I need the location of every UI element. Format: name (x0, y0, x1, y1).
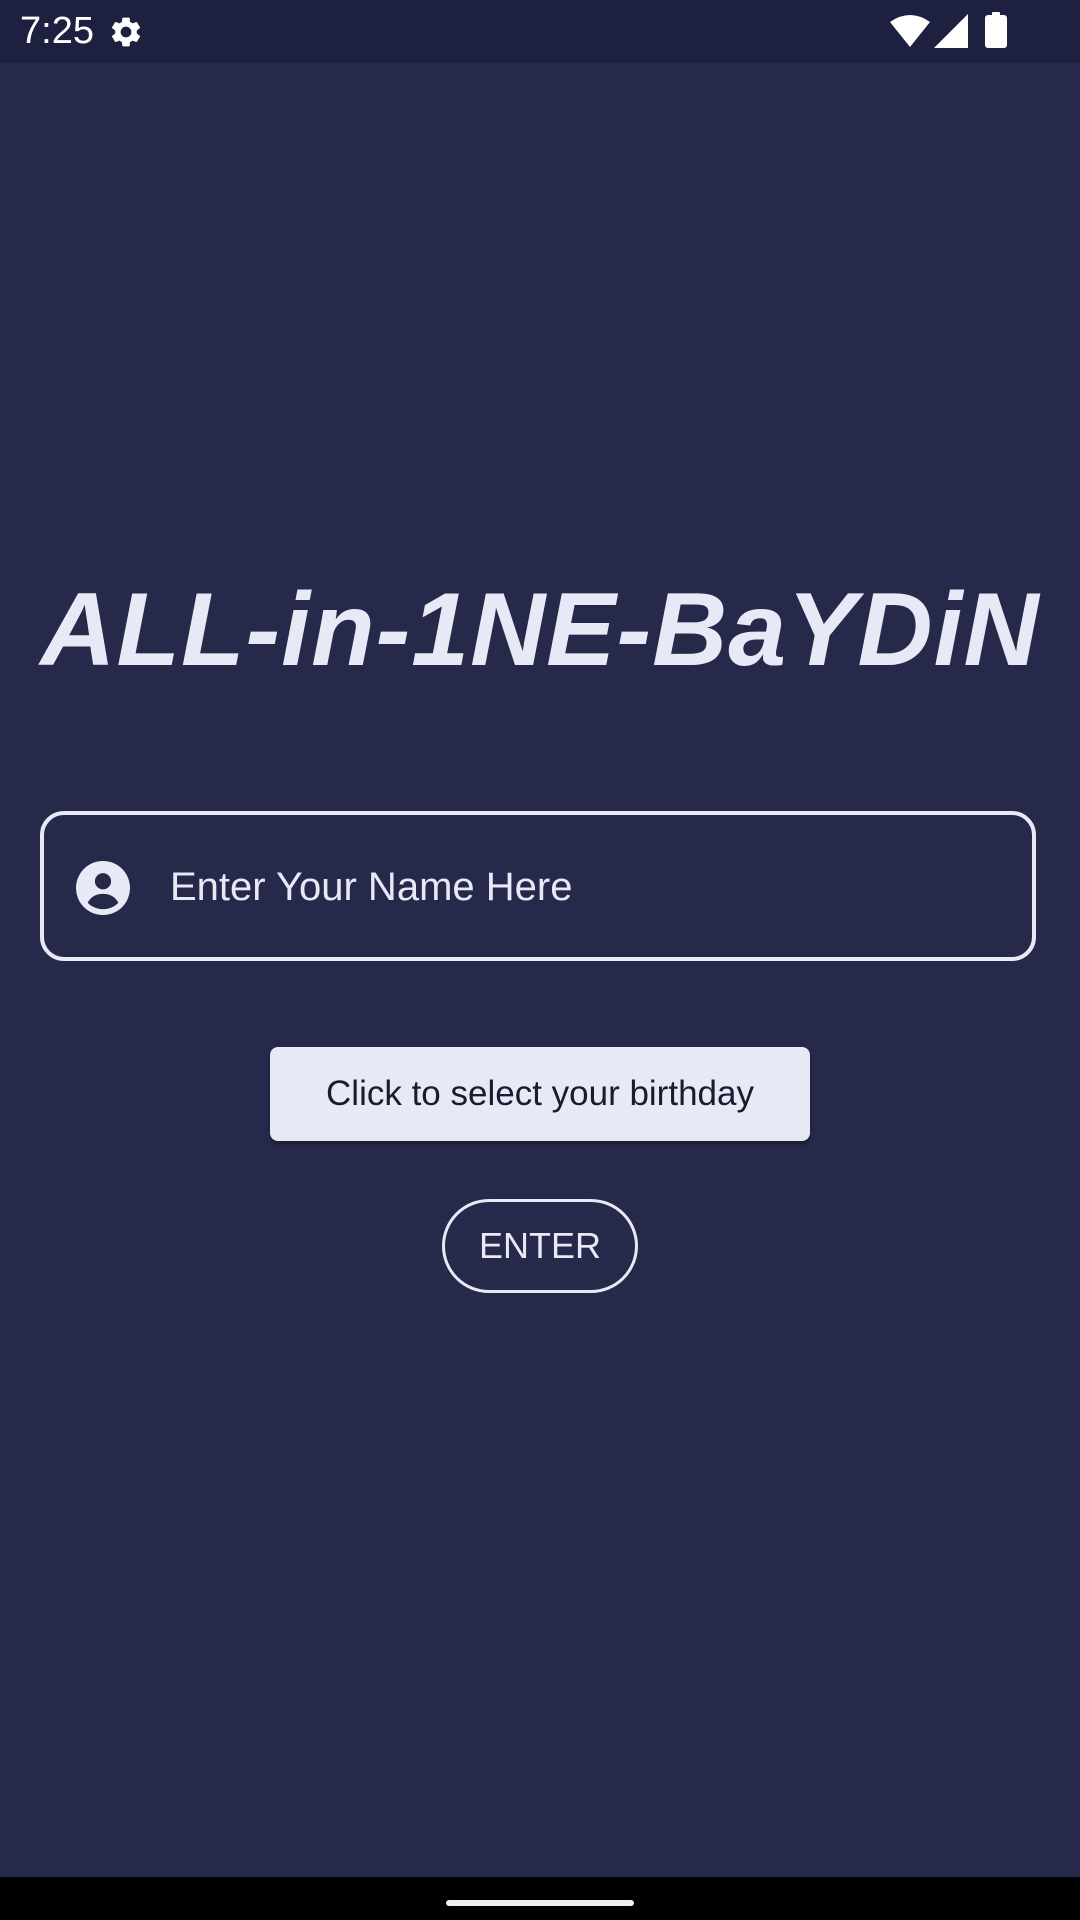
battery-icon (985, 12, 1007, 48)
person-icon (76, 861, 130, 915)
app-screen: 7:25 ALL-in-1NE-BaYDiN Click to select y… (0, 0, 1080, 1920)
name-field[interactable] (40, 811, 1036, 961)
status-bar: 7:25 (0, 0, 1080, 63)
status-time: 7:25 (20, 10, 94, 52)
select-birthday-button[interactable]: Click to select your birthday (270, 1047, 810, 1141)
navigation-bar (0, 1877, 1080, 1920)
enter-button[interactable]: ENTER (442, 1199, 638, 1293)
gear-icon (111, 17, 141, 47)
signal-icon (934, 14, 968, 48)
home-gesture-handle[interactable] (446, 1900, 634, 1906)
wifi-icon (890, 15, 930, 47)
name-input[interactable] (164, 845, 1010, 929)
app-title: ALL-in-1NE-BaYDiN (40, 572, 1040, 688)
